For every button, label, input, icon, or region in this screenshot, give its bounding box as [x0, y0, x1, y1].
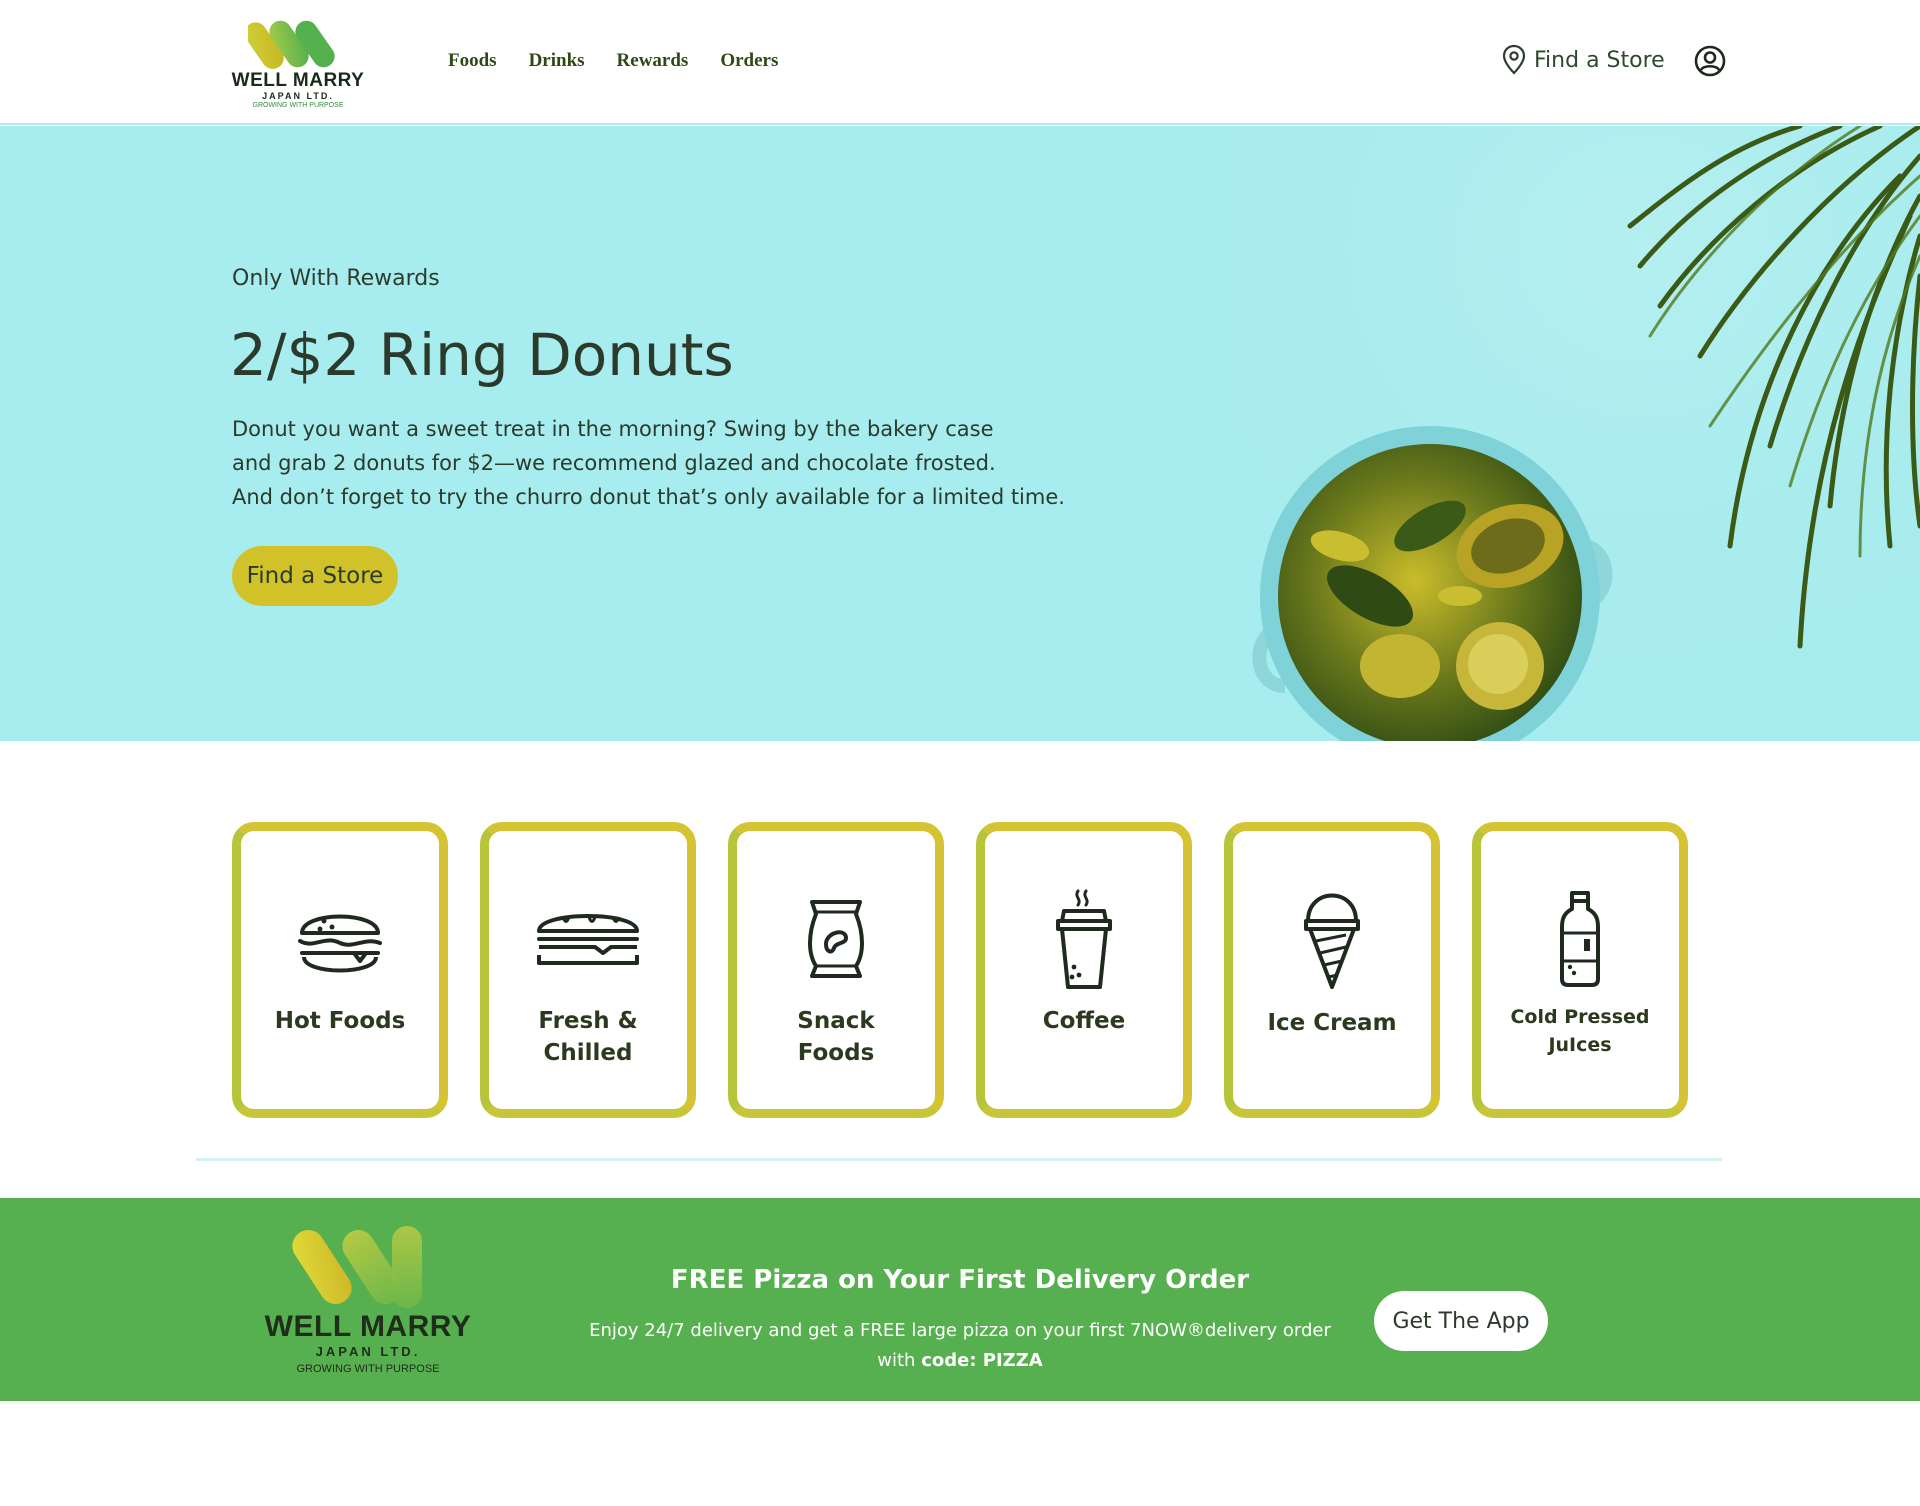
- nav-item-orders[interactable]: Orders: [720, 50, 778, 72]
- category-label: Snack: [797, 1008, 875, 1034]
- find-store-label: Find a Store: [1534, 47, 1665, 73]
- juice-bottle-icon: [1525, 889, 1635, 989]
- category-label: Coffee: [1042, 1008, 1126, 1034]
- logo-sub-text: JAPAN LTD.: [262, 91, 334, 101]
- user-account-icon[interactable]: [1694, 45, 1726, 77]
- logo-brand-text: WELL MARRY: [231, 70, 365, 91]
- category-card-coffee[interactable]: Coffee: [976, 822, 1192, 1118]
- category-card-ice-cream[interactable]: Ice Cream: [1224, 822, 1440, 1118]
- brand-logo[interactable]: WELL MARRY JAPAN LTD. GROWING WITH PURPO…: [230, 14, 366, 114]
- hero-description-line: Donut you want a sweet treat in the morn…: [232, 417, 994, 441]
- category-label: Fresh &: [538, 1008, 638, 1034]
- category-card-cold-pressed-juices[interactable]: Cold Pressed JuIces: [1472, 822, 1688, 1118]
- site-header: WELL MARRY JAPAN LTD. GROWING WITH PURPO…: [0, 0, 1920, 125]
- category-card-snack-foods[interactable]: Snack Foods: [728, 822, 944, 1118]
- hero-title: 2/$2 Ring Donuts: [230, 321, 734, 389]
- nav-item-foods[interactable]: Foods: [448, 50, 497, 72]
- location-pin-icon: [1502, 44, 1526, 75]
- get-the-app-button[interactable]: Get The App: [1374, 1291, 1548, 1351]
- category-grid: Hot Foods Fresh & Chilled Snack Foods Co…: [232, 822, 1692, 1120]
- promo-description-line: with code: PIZZA: [560, 1346, 1360, 1376]
- sandwich-icon: [533, 889, 643, 989]
- logo-tagline: GROWING WITH PURPOSE: [296, 1363, 440, 1375]
- delivery-promo-banner: WELL MARRY JAPAN LTD. GROWING WITH PURPO…: [0, 1198, 1920, 1401]
- category-label: Foods: [797, 1040, 875, 1066]
- hero-description-line: and grab 2 donuts for $2—we recommend gl…: [232, 451, 996, 475]
- category-label: JuIces: [1548, 1034, 1612, 1056]
- footer-brand-logo[interactable]: WELL MARRY JAPAN LTD. GROWING WITH PURPO…: [262, 1226, 474, 1386]
- promo-with-text: with: [877, 1350, 916, 1371]
- hero-banner: Only With Rewards 2/$2 Ring Donuts Donut…: [0, 126, 1920, 741]
- nav-item-rewards[interactable]: Rewards: [617, 50, 689, 72]
- hero-find-store-button[interactable]: Find a Store: [232, 546, 398, 606]
- logo-tagline: GROWING WITH PURPOSE: [252, 102, 344, 109]
- main-nav: Foods Drinks Rewards Orders: [448, 50, 778, 72]
- section-divider: [196, 1158, 1722, 1161]
- coffee-cup-icon: [1029, 889, 1139, 989]
- logo-mark-icon: [248, 20, 335, 69]
- promo-code: code: PIZZA: [921, 1350, 1043, 1371]
- category-label: Cold Pressed: [1510, 1006, 1650, 1028]
- category-label: Ice Cream: [1267, 1010, 1397, 1036]
- category-card-fresh-chilled[interactable]: Fresh & Chilled: [480, 822, 696, 1118]
- logo-mark-icon: [292, 1226, 422, 1308]
- hero-kicker: Only With Rewards: [232, 266, 440, 291]
- chips-bag-icon: [781, 889, 891, 989]
- category-label: Hot Foods: [274, 1008, 406, 1034]
- nav-item-drinks[interactable]: Drinks: [529, 50, 585, 72]
- logo-brand-text: WELL MARRY: [264, 1310, 472, 1343]
- burger-icon: [285, 889, 395, 989]
- logo-sub-text: JAPAN LTD.: [315, 1344, 421, 1359]
- category-card-hot-foods[interactable]: Hot Foods: [232, 822, 448, 1118]
- hero-description-line: And don’t forget to try the churro donut…: [232, 485, 1065, 509]
- hero-description: Donut you want a sweet treat in the morn…: [232, 412, 1132, 514]
- promo-description-line: Enjoy 24/7 delivery and get a FREE large…: [589, 1320, 1331, 1341]
- promo-title: FREE Pizza on Your First Delivery Order: [670, 1265, 1250, 1295]
- ice-cream-cone-icon: [1277, 889, 1387, 989]
- category-label: Chilled: [543, 1040, 633, 1066]
- promo-description: Enjoy 24/7 delivery and get a FREE large…: [560, 1316, 1360, 1376]
- salad-bowl-palm-image: [1230, 126, 1920, 741]
- find-store-link[interactable]: Find a Store: [1502, 44, 1665, 76]
